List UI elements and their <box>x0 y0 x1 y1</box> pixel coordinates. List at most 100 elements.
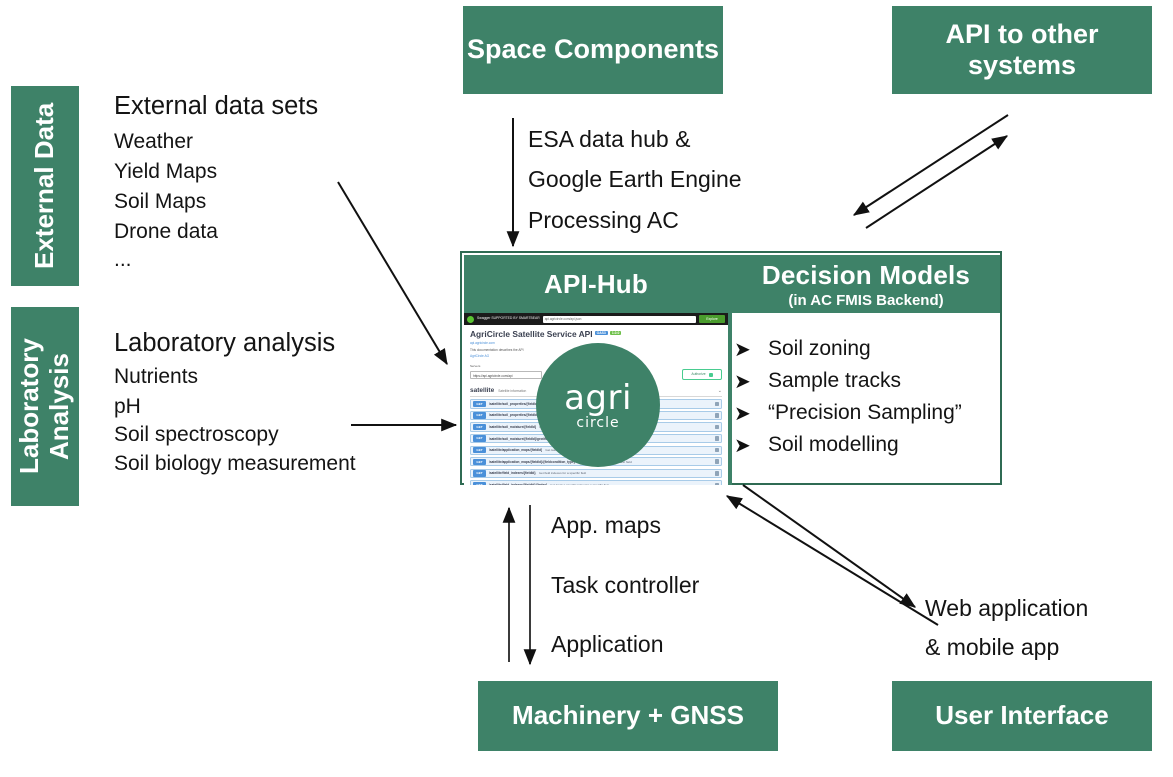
space-components-label: Space Components <box>466 34 720 65</box>
arrow-api-systems-to-hub <box>852 114 1009 216</box>
laboratory-heading: Laboratory analysis <box>114 329 336 357</box>
swagger-operation-verb: GET <box>473 481 486 485</box>
external-data-item-4: ... <box>114 248 132 271</box>
swagger-url-input[interactable]: api.agricircle.com/api.json <box>542 315 696 323</box>
api-other-systems-box: API to other systems <box>892 6 1152 94</box>
decision-models-title: Decision Models <box>761 259 971 290</box>
machinery-gnss-label: Machinery + GNSS <box>512 700 744 731</box>
swagger-operation-verb: GET <box>473 400 486 408</box>
external-data-heading: External data sets <box>114 92 319 120</box>
agricircle-logo: agri circle <box>536 343 660 467</box>
swagger-operation-path: /satellite/soil_moisture/{fieldId} <box>489 425 537 430</box>
arrow-bullet-icon: ➤ <box>734 369 751 393</box>
swagger-operation-path: /satellite/soil_moisture/{fieldId}/geoti… <box>489 436 547 441</box>
laboratory-item-0: Nutrients <box>114 365 199 388</box>
space-flow-line-0: ESA data hub & <box>528 126 691 152</box>
swagger-version-badge: 1.0.0 <box>609 331 622 335</box>
arrow-bullet-icon: ➤ <box>734 433 751 457</box>
laboratory-item-2: Soil spectroscopy <box>114 423 279 446</box>
swagger-section-subtitle: Satellite information <box>498 389 527 393</box>
arrow-hub-to-api-systems <box>865 135 1009 229</box>
swagger-operation-verb: GET <box>473 412 486 419</box>
arrow-external-data-to-hub <box>337 181 448 366</box>
swagger-authorize-label: Authorize <box>691 372 706 376</box>
swagger-operation-row[interactable]: GET /satellite/field_indexes/{fieldId} G… <box>470 468 722 479</box>
swagger-operation-summary: Get back a specific index for a specific… <box>550 482 610 485</box>
user-interface-box: User Interface <box>892 681 1152 751</box>
lock-icon <box>715 424 719 430</box>
external-data-item-3: Drone data <box>114 220 218 243</box>
decision-models-header: Decision Models (in AC FMIS Backend) <box>732 255 1000 313</box>
decision-model-item-label: “Precision Sampling” <box>768 401 962 424</box>
agricircle-wordmark-line2: circle <box>576 414 620 431</box>
lock-icon <box>715 413 719 418</box>
laboratory-item-3: Soil biology measurement <box>114 452 356 475</box>
chevron-down-icon[interactable]: ⌄ <box>718 388 722 394</box>
external-data-tag-label: External Data <box>29 102 60 270</box>
api-other-systems-label: API to other systems <box>945 18 1099 80</box>
lock-icon <box>715 436 719 441</box>
external-data-item-2: Soil Maps <box>114 190 207 213</box>
machinery-flow-line-0: App. maps <box>551 512 661 538</box>
arrow-ui-to-hub <box>725 495 939 626</box>
decision-models-subtitle: (in AC FMIS Backend) <box>788 291 944 309</box>
laboratory-item-1: pH <box>114 395 141 418</box>
agricircle-wordmark: agri circle <box>564 381 632 430</box>
space-flow-line-2: Processing AC <box>528 207 679 233</box>
lock-icon <box>715 401 719 407</box>
swagger-operation-verb: GET <box>473 423 486 431</box>
swagger-operation-verb: GET <box>473 447 486 454</box>
swagger-operation-path: /satellite/soil_properties/{fieldId} <box>489 401 539 406</box>
swagger-logo-text: Swagger SUPPORTED BY SMARTBEAR <box>477 316 540 321</box>
swagger-page-title: AgriCircle Satellite Service API OAS3 1.0.… <box>470 329 722 339</box>
decision-model-item: ➤ Soil zoning <box>734 333 1000 365</box>
decision-model-item-label: Sample tracks <box>768 369 902 392</box>
lock-icon <box>715 459 719 465</box>
swagger-server-select[interactable]: https://api.agricircle.com/api <box>470 370 542 379</box>
laboratory-analysis-tag: Laboratory Analysis <box>11 307 79 506</box>
decision-model-item: ➤ Sample tracks <box>734 365 1000 397</box>
machinery-gnss-box: Machinery + GNSS <box>478 681 778 751</box>
swagger-explore-button[interactable]: Explore <box>699 315 725 323</box>
diagram-canvas: External Data External data sets Weather… <box>0 0 1173 777</box>
arrow-bullet-icon: ➤ <box>734 337 751 361</box>
swagger-topbar: Swagger SUPPORTED BY SMARTBEAR api.agric… <box>464 313 728 325</box>
hub-panel: API-Hub Decision Models (in AC FMIS Back… <box>460 251 1002 485</box>
lock-icon <box>715 447 719 453</box>
swagger-page-title-text: AgriCircle Satellite Service API <box>470 329 593 339</box>
hub-divider <box>728 255 732 485</box>
lock-icon <box>708 372 713 377</box>
swagger-section-title: satellite <box>470 387 495 394</box>
external-data-item-1: Yield Maps <box>114 160 218 183</box>
external-data-item-0: Weather <box>114 130 193 153</box>
ui-flow-line-1: & mobile app <box>925 634 1060 660</box>
laboratory-analysis-tag-label: Laboratory Analysis <box>14 338 74 475</box>
decision-model-item-label: Soil zoning <box>768 337 871 360</box>
swagger-operation-path: /satellite/field_indexes/{fieldId}/{inde… <box>489 482 548 485</box>
swagger-operation-path: /satellite/application_maps/{fieldId}/{f… <box>489 459 575 464</box>
ui-flow-line-0: Web application <box>925 595 1089 621</box>
decision-model-item: ➤ “Precision Sampling” <box>734 397 1000 429</box>
swagger-operation-summary: Get field indexes for a specific field <box>538 471 587 476</box>
machinery-flow-line-1: Task controller <box>551 572 700 598</box>
space-flow-line-1: Google Earth Engine <box>528 166 742 192</box>
lock-icon <box>715 482 719 485</box>
user-interface-label: User Interface <box>935 700 1109 731</box>
agricircle-wordmark-line1: agri <box>564 377 632 418</box>
decision-models-list: ➤ Soil zoning ➤ Sample tracks ➤ “Precisi… <box>734 333 1000 461</box>
swagger-logo-icon <box>467 315 474 323</box>
swagger-operation-path: /satellite/field_indexes/{fieldId} <box>489 471 536 476</box>
api-hub-header: API-Hub <box>464 255 728 313</box>
machinery-flow-line-2: Application <box>551 631 664 657</box>
arrow-hub-to-ui <box>742 484 916 608</box>
swagger-authorize-button[interactable]: Authorize <box>682 369 722 380</box>
api-hub-title: API-Hub <box>544 268 648 299</box>
swagger-operation-verb: GET <box>473 435 486 442</box>
swagger-operation-row[interactable]: GET /satellite/field_indexes/{fieldId}/{… <box>470 480 722 485</box>
lock-icon <box>715 471 719 476</box>
arrow-bullet-icon: ➤ <box>734 401 751 425</box>
external-data-tag: External Data <box>11 86 79 286</box>
swagger-operation-path: /satellite/application_maps/{fieldId} <box>489 448 543 453</box>
swagger-operation-verb: GET <box>473 470 486 477</box>
swagger-oas-badge: OAS3 <box>594 331 608 335</box>
